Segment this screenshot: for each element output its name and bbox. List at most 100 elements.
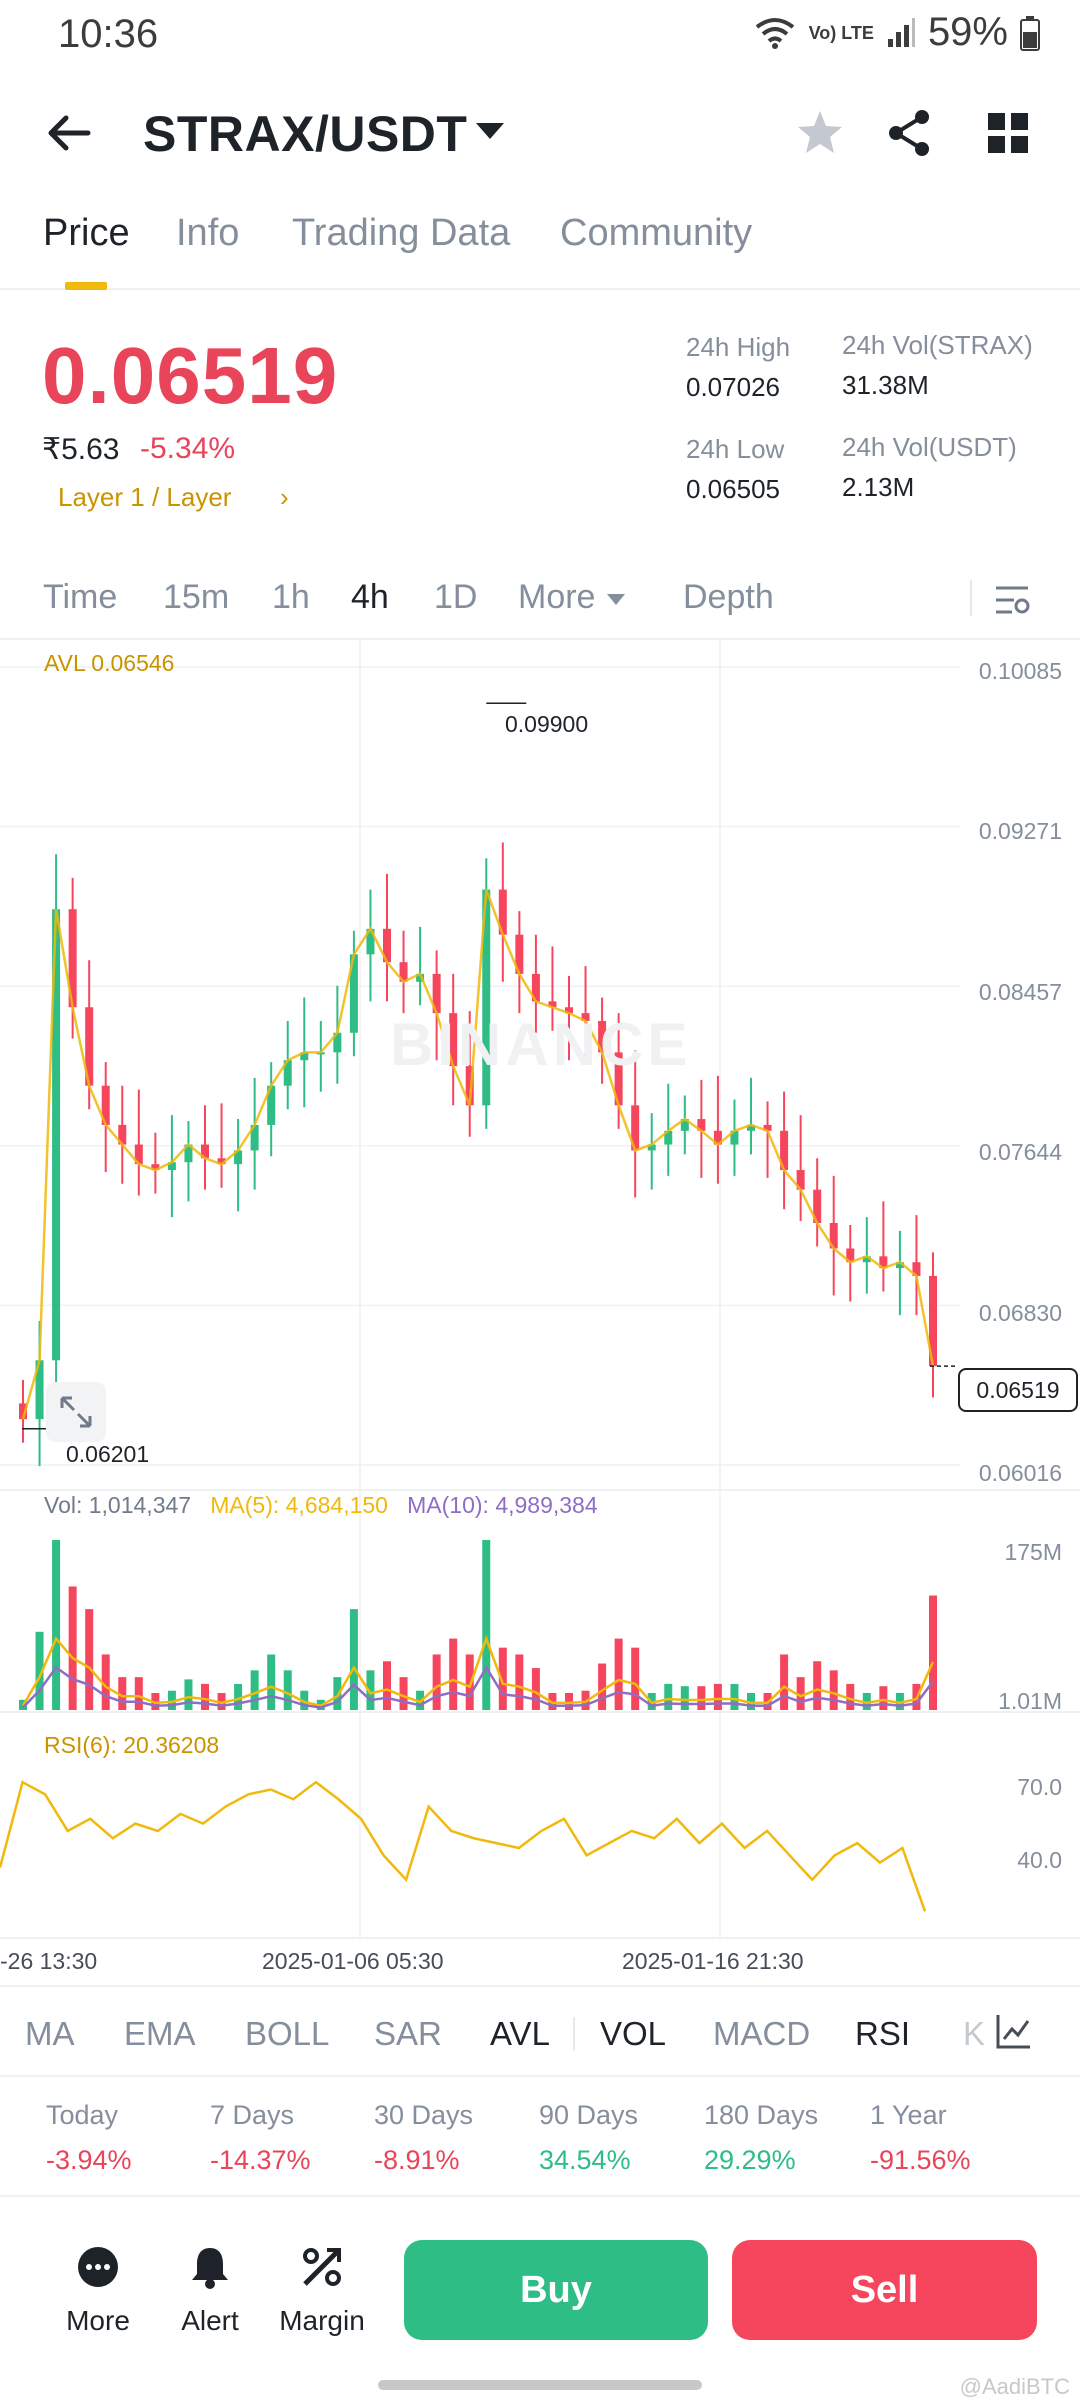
volume-bar (134, 1677, 143, 1710)
credit-watermark: @AadiBTC (959, 2374, 1070, 2399)
volume-bar (614, 1638, 623, 1710)
chart-area[interactable] (0, 640, 1080, 1980)
grid-icon[interactable] (978, 103, 1038, 163)
ma10-value: MA(10): 4,989,384 (407, 1492, 598, 1518)
tab-bar: Price Info Trading Data Community (0, 212, 1080, 290)
volume-bar (713, 1683, 722, 1710)
volume-series (19, 1540, 937, 1710)
expand-chart-button[interactable] (46, 1382, 106, 1442)
price-axis-label: 0.10085 (978, 658, 1062, 684)
star-icon[interactable] (790, 103, 850, 163)
perf-value: -91.56% (870, 2145, 971, 2175)
indicator-sar[interactable]: SAR (374, 2015, 442, 2053)
more-button[interactable]: More (48, 2242, 148, 2337)
perf-label: 30 Days (374, 2100, 474, 2130)
chevron-right-icon[interactable]: › (280, 482, 289, 513)
indicator-ma[interactable]: MA (25, 2015, 75, 2053)
category-tag[interactable]: Layer 1 / Layer (58, 482, 231, 513)
time-axis-label: -26 13:30 (0, 1948, 98, 1974)
bell-icon (192, 2248, 228, 2289)
interval-depth[interactable]: Depth (683, 578, 774, 617)
volume-bar (349, 1609, 358, 1710)
divider (970, 580, 972, 616)
vol-strax-value: 31.38M (842, 370, 929, 400)
rsi-line (0, 1780, 927, 1912)
chart-settings-icon[interactable] (992, 580, 1032, 620)
more-dots-icon (78, 2247, 118, 2287)
volume-bar (929, 1595, 937, 1710)
indicator-rsi[interactable]: RSI (855, 2015, 910, 2053)
last-price: 0.06519 (42, 331, 339, 420)
interval-1d[interactable]: 1D (434, 578, 477, 617)
alert-button[interactable]: Alert (160, 2242, 260, 2337)
caret-down-icon[interactable] (607, 594, 625, 605)
indicator-k[interactable]: K (963, 2015, 985, 2053)
indicator-settings-icon[interactable] (994, 2011, 1034, 2051)
volume-bar (68, 1586, 77, 1710)
share-icon[interactable] (880, 103, 940, 163)
expand-icon (60, 1396, 92, 1428)
perf-value: -3.94% (46, 2145, 132, 2175)
vol-usdt-value: 2.13M (842, 472, 915, 502)
interval-4h[interactable]: 4h (351, 578, 389, 617)
tab-community[interactable]: Community (560, 212, 752, 255)
battery-icon (1020, 15, 1040, 51)
volume-bar (482, 1540, 491, 1710)
volume-bar (680, 1686, 689, 1710)
chevron-down-icon[interactable] (476, 123, 504, 139)
interval-more[interactable]: More (518, 578, 595, 617)
volume-bar (631, 1647, 640, 1710)
volume-bar (267, 1654, 276, 1710)
candlestick-series (19, 702, 958, 1467)
indicator-vol[interactable]: VOL (600, 2015, 666, 2053)
home-indicator[interactable] (378, 2380, 702, 2390)
price-axis-label: 0.06830 (978, 1300, 1062, 1326)
buy-button[interactable]: Buy (404, 2240, 708, 2340)
interval-15m[interactable]: 15m (163, 578, 229, 617)
high-label: 24h High (686, 332, 791, 362)
interval-time[interactable]: Time (43, 578, 117, 617)
bottom-action-bar: More Alert Margin Buy Sell (0, 2195, 1080, 2408)
header: STRAX/USDT (0, 95, 1080, 175)
perf-label: 180 Days (704, 2100, 819, 2130)
current-price-marker: 0.06519 (958, 1368, 1078, 1412)
low-marker-label: 0.06201 (66, 1441, 150, 1467)
time-axis-label: 2025-01-16 21:30 (622, 1948, 804, 1974)
tab-info[interactable]: Info (176, 212, 239, 255)
volume-bar (531, 1668, 540, 1710)
volume-bar (813, 1661, 822, 1710)
ma5-line (21, 1634, 935, 1708)
low-value: 0.06505 (686, 474, 780, 504)
indicator-macd[interactable]: MACD (713, 2015, 810, 2053)
price-axis-label: 0.07644 (978, 1139, 1062, 1165)
avl-label: AVL 0.06546 (44, 650, 175, 676)
avl-line (21, 889, 935, 1420)
tab-trading-data[interactable]: Trading Data (292, 212, 510, 255)
rsi-axis-label: 70.0 (1017, 1774, 1062, 1800)
volume-bar (184, 1679, 193, 1710)
volume-bar (432, 1654, 441, 1710)
interval-1h[interactable]: 1h (272, 578, 310, 617)
back-arrow-icon[interactable] (40, 103, 100, 163)
margin-percent-icon (303, 2248, 341, 2286)
battery-percent: 59% (927, 10, 1008, 54)
watermark: BINANCE (390, 1011, 692, 1078)
sell-button[interactable]: Sell (732, 2240, 1037, 2340)
indicator-boll[interactable]: BOLL (245, 2015, 329, 2053)
price-axis-label: 0.08457 (978, 979, 1062, 1005)
indicator-ema[interactable]: EMA (124, 2015, 196, 2053)
margin-button[interactable]: Margin (272, 2242, 372, 2337)
divider (573, 2017, 575, 2051)
indicator-avl[interactable]: AVL (490, 2015, 550, 2053)
wifi-icon (755, 17, 794, 49)
perf-label: 90 Days (539, 2100, 639, 2130)
price-chart[interactable] (0, 640, 1080, 1980)
volume-bar (780, 1654, 789, 1710)
volume-bar (664, 1683, 673, 1710)
rsi-axis-label: 40.0 (1017, 1847, 1062, 1873)
tab-price[interactable]: Price (43, 212, 130, 255)
active-tab-indicator (65, 282, 107, 290)
rsi-legend: RSI(6): 20.36208 (44, 1732, 220, 1758)
pair-title[interactable]: STRAX/USDT (143, 105, 467, 163)
indicator-bar: MA EMA BOLL SAR AVL VOL MACD RSI K (0, 1985, 1080, 2077)
